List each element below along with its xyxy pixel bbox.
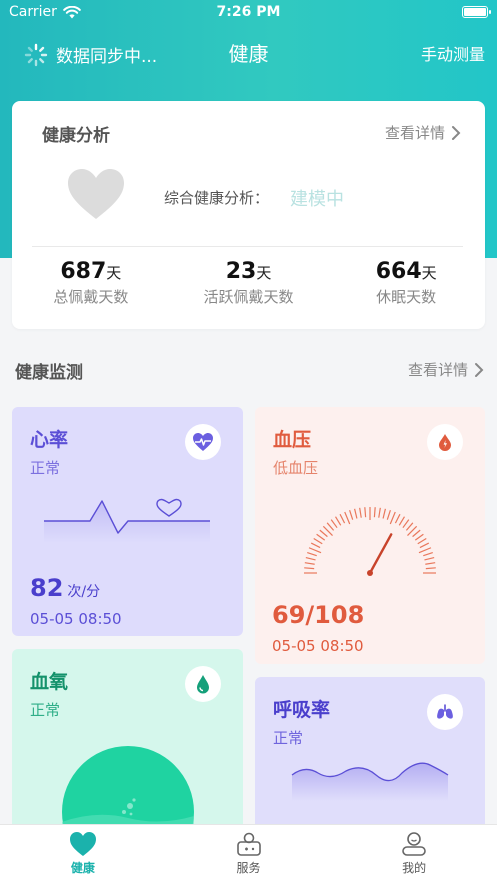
stat-unit: 天 (106, 264, 122, 282)
analysis-title: 健康分析 (42, 126, 110, 146)
health-tab-icon (69, 832, 96, 856)
divider (32, 246, 463, 247)
monitor-more-link[interactable]: 查看详情 (408, 359, 484, 380)
heart-rate-status: 正常 (30, 459, 61, 477)
water-drop-icon (185, 666, 221, 702)
chevron-right-icon (475, 362, 484, 377)
heart-rate-value: 82 (30, 574, 64, 602)
service-tab-icon (236, 832, 261, 856)
nav-bar: 数据同步中... 健康 手动测量 (0, 36, 497, 70)
heart-rate-value-group: 82 次/分 (30, 574, 100, 602)
tab-health-label: 健康 (70, 861, 95, 875)
heart-icon (68, 169, 124, 219)
gauge-icon (304, 507, 436, 576)
blood-oxygen-status: 正常 (30, 701, 61, 719)
tab-service[interactable]: 服务 (166, 825, 332, 883)
tab-bar: 健康 服务 我的 (0, 824, 497, 883)
manual-measure-button[interactable]: 手动测量 (421, 41, 485, 65)
stat-sleep-days: 664天 休眠天数 (327, 259, 485, 307)
comprehensive-value: 建模中 (290, 189, 344, 210)
stat-unit: 天 (421, 264, 437, 282)
respiration-wave (291, 762, 449, 801)
stat-value: 687 (60, 259, 107, 284)
chevron-right-icon (452, 125, 461, 140)
stat-unit: 天 (256, 264, 272, 282)
analysis-more-label: 查看详情 (384, 124, 445, 142)
heart-rate-wave (44, 498, 210, 543)
status-bar: Carrier 7:26 PM (0, 0, 497, 26)
blood-oxygen-card[interactable]: 血氧 正常 (12, 649, 243, 849)
blood-pressure-status: 低血压 (273, 459, 319, 477)
stat-value: 664 (375, 259, 422, 284)
profile-tab-icon (402, 832, 426, 856)
tab-profile[interactable]: 我的 (331, 825, 497, 883)
heart-rate-card[interactable]: 心率 正常 82 次/分 05-05 08:50 (12, 407, 243, 636)
health-analysis-card: 健康分析 查看详情 综合健康分析： 建模中 687天 总佩戴天数 23天 活跃佩… (12, 101, 485, 329)
respiration-status: 正常 (273, 729, 304, 747)
tab-profile-label: 我的 (402, 861, 427, 875)
monitor-section-title: 健康监测 (15, 363, 83, 383)
blood-pressure-value: 69/108 (272, 601, 365, 629)
blood-pressure-card[interactable]: 血压 低血压 69/108 05-05 08:50 (255, 407, 485, 664)
stat-value: 23 (225, 259, 257, 284)
status-time: 7:26 PM (216, 4, 281, 20)
blood-oxygen-title: 血氧 (30, 671, 69, 693)
wear-stats: 687天 总佩戴天数 23天 活跃佩戴天数 664天 休眠天数 (12, 259, 485, 307)
monitor-more-label: 查看详情 (407, 361, 468, 379)
stat-label: 休眠天数 (376, 288, 437, 306)
heart-rate-title: 心率 (30, 429, 69, 451)
stat-label: 活跃佩戴天数 (203, 288, 294, 306)
analysis-more-link[interactable]: 查看详情 (385, 122, 461, 143)
stat-total-days: 687天 总佩戴天数 (12, 259, 170, 307)
heart-rate-unit: 次/分 (67, 584, 101, 600)
tab-health[interactable]: 健康 (0, 825, 166, 883)
blood-pressure-title: 血压 (273, 429, 312, 451)
blood-pressure-time: 05-05 08:50 (272, 637, 364, 655)
comprehensive-label: 综合健康分析： (164, 189, 270, 207)
blood-drop-icon (427, 424, 463, 460)
battery-icon (462, 6, 491, 18)
stat-active-days: 23天 活跃佩戴天数 (170, 259, 328, 307)
stat-label: 总佩戴天数 (53, 288, 129, 306)
heart-pulse-icon (185, 424, 221, 460)
tab-service-label: 服务 (236, 861, 261, 875)
lungs-icon (427, 694, 463, 730)
respiration-title: 呼吸率 (273, 699, 331, 721)
heart-rate-time: 05-05 08:50 (30, 610, 122, 628)
